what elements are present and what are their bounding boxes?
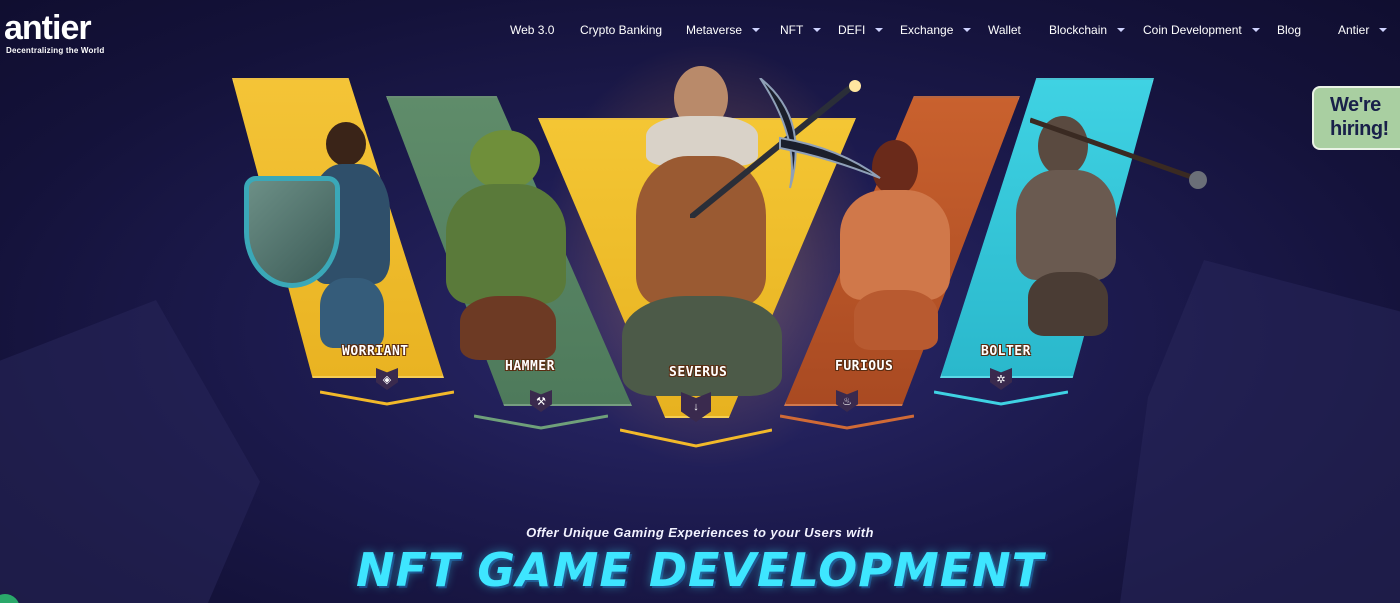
nav-item-label: Metaverse — [686, 23, 743, 37]
badge-worriant[interactable]: ◈ — [320, 368, 454, 406]
badge-severus[interactable]: ↓ — [620, 392, 772, 448]
site-header: antier Decentralizing the World Web 3.0 … — [0, 0, 1400, 60]
character-label-hammer: HAMMER — [505, 359, 555, 374]
logo-wordmark: antier — [4, 9, 92, 47]
gear-emblem-icon: ✲ — [990, 368, 1012, 390]
nav-item-exchange[interactable]: Exchange — [900, 22, 972, 38]
chevron-down-icon — [934, 390, 1068, 406]
mace-illustration — [1030, 117, 1207, 189]
badge-furious[interactable]: ♨ — [780, 390, 914, 430]
chevron-down-icon — [963, 28, 972, 32]
nav-item-metaverse[interactable]: Metaverse — [686, 22, 761, 38]
nav-item-label: Blockchain — [1049, 23, 1108, 37]
nav-item-label: Web 3.0 — [510, 23, 555, 37]
hero-subtitle: Offer Unique Gaming Experiences to your … — [526, 525, 874, 540]
character-label-worriant: WORRIANT — [342, 344, 409, 359]
nav-item-web3[interactable]: Web 3.0 — [510, 22, 554, 38]
nav-item-label: Antier — [1338, 23, 1370, 37]
chevron-down-icon — [1117, 28, 1126, 32]
nav-item-nft[interactable]: NFT — [780, 22, 822, 38]
chevron-down-icon — [320, 390, 454, 406]
nav-item-antier[interactable]: Antier — [1338, 22, 1388, 38]
flame-emblem-icon: ♨ — [836, 390, 858, 412]
logo-tagline: Decentralizing the World — [6, 46, 105, 55]
hiring-line2: hiring! — [1330, 118, 1389, 140]
nav-item-label: Coin Development — [1143, 23, 1242, 37]
chevron-down-icon — [1251, 28, 1260, 32]
chevron-down-icon — [813, 28, 822, 32]
badge-hammer[interactable]: ⚒ — [474, 390, 608, 430]
chevron-down-icon — [752, 28, 761, 32]
nav-item-label: Blog — [1277, 23, 1302, 37]
nav-item-label: Exchange — [900, 23, 954, 37]
nav-item-crypto-banking[interactable]: Crypto Banking — [580, 22, 662, 38]
main-nav: Web 3.0 Crypto Banking Metaverse NFT DEF… — [500, 0, 1400, 60]
nav-item-blog[interactable]: Blog — [1277, 22, 1301, 38]
hiring-line1: We're — [1330, 94, 1381, 116]
character-hammer-illustration — [430, 120, 580, 360]
character-label-severus: SEVERUS — [669, 365, 728, 380]
antier-logo[interactable]: antier Decentralizing the World — [4, 10, 134, 56]
hammer-emblem-icon: ⚒ — [530, 390, 552, 412]
chevron-down-icon — [1379, 28, 1388, 32]
nav-item-label: Wallet — [988, 23, 1021, 37]
nav-item-label: NFT — [780, 23, 804, 37]
nav-item-defi[interactable]: DEFI — [838, 22, 884, 38]
nav-item-blockchain[interactable]: Blockchain — [1049, 22, 1126, 38]
sword-emblem-icon: ↓ — [681, 392, 711, 422]
badge-bolter[interactable]: ✲ — [934, 368, 1068, 406]
chevron-down-icon — [780, 414, 914, 430]
nav-item-label: DEFI — [838, 23, 866, 37]
chevron-down-icon — [875, 28, 884, 32]
scythe-illustration — [690, 78, 881, 218]
hero-headline: NFT GAME DEVELOPMENT — [355, 543, 1045, 597]
shield-illustration — [244, 176, 340, 288]
hiring-badge[interactable]: We're hiring! — [1312, 86, 1400, 150]
nav-item-label: Crypto Banking — [580, 23, 663, 37]
chevron-down-icon — [474, 414, 608, 430]
shield-emblem-icon: ◈ — [376, 368, 398, 390]
nav-item-wallet[interactable]: Wallet — [988, 22, 1021, 38]
character-label-furious: FURIOUS — [835, 359, 894, 374]
nav-item-coin-development[interactable]: Coin Development — [1143, 22, 1260, 38]
character-label-bolter: BOLTER — [981, 344, 1031, 359]
chevron-down-icon — [620, 428, 772, 448]
